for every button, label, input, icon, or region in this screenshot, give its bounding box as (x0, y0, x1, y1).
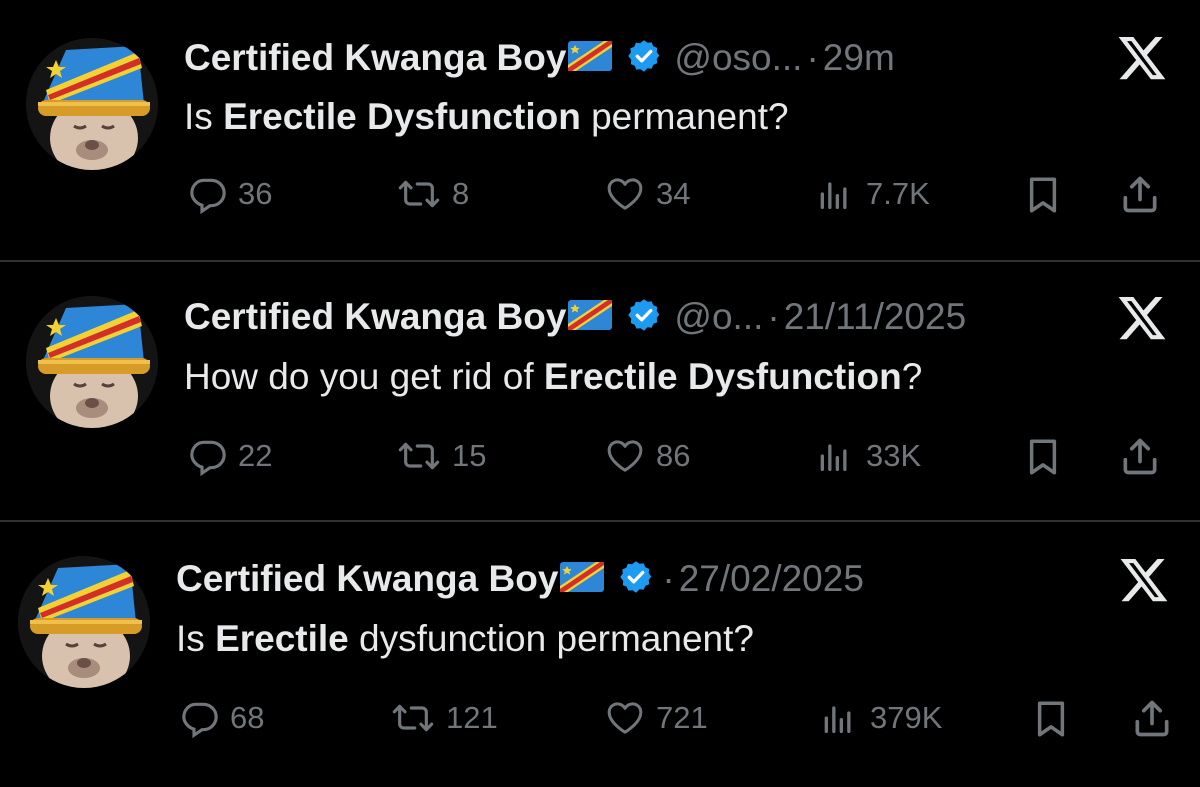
retweet-count: 121 (446, 700, 498, 735)
views-icon (812, 174, 856, 214)
reply-button[interactable]: 68 (180, 696, 264, 740)
tweet-header: Certified Kwanga Boy @o... · 21/11/2025 (184, 292, 966, 342)
like-button[interactable]: 721 (604, 696, 708, 740)
x-logo-icon (1116, 292, 1168, 344)
user-handle[interactable]: @o... (674, 296, 763, 338)
timestamp[interactable]: 27/02/2025 (679, 558, 864, 600)
display-name[interactable]: Certified Kwanga Boy (176, 558, 558, 600)
retweet-count: 8 (452, 176, 470, 211)
tweet-header: Certified Kwanga Boy @oso... · 29m (184, 33, 895, 83)
retweet-button[interactable]: 15 (396, 434, 486, 478)
bookmark-icon[interactable] (1030, 698, 1072, 745)
separator-dot: · (662, 558, 675, 599)
like-icon (604, 436, 646, 476)
retweet-icon (390, 698, 436, 738)
retweet-count: 15 (452, 438, 487, 473)
user-handle[interactable]: @oso... (674, 37, 802, 79)
tweet-card[interactable]: Certified Kwanga Boy @oso... · 29m Is Er… (0, 0, 1200, 260)
views-icon (812, 436, 856, 476)
views-button[interactable]: 33K (812, 434, 921, 478)
avatar[interactable] (26, 296, 158, 428)
reply-icon (180, 698, 220, 738)
views-count: 7.7K (866, 176, 930, 211)
separator-dot: · (767, 296, 780, 337)
tweet-header: Certified Kwanga Boy · 27/02/2025 (176, 554, 864, 604)
reply-icon (188, 436, 228, 476)
drc-flag-icon (560, 561, 605, 597)
bookmark-icon[interactable] (1022, 436, 1064, 483)
like-count: 34 (656, 176, 691, 211)
avatar[interactable] (18, 556, 150, 688)
drc-flag-icon (568, 299, 613, 335)
display-name[interactable]: Certified Kwanga Boy (184, 37, 566, 79)
retweet-button[interactable]: 8 (396, 172, 469, 216)
verified-badge-icon (626, 297, 662, 338)
views-button[interactable]: 7.7K (812, 172, 930, 216)
x-logo-icon (1118, 554, 1170, 606)
tweet-text: How do you get rid of Erectile Dysfuncti… (184, 356, 923, 397)
timestamp[interactable]: 29m (823, 37, 895, 79)
reply-icon (188, 174, 228, 214)
like-count: 86 (656, 438, 691, 473)
reply-count: 22 (238, 438, 273, 473)
tweet-card[interactable]: Certified Kwanga Boy · 27/02/2025 Is Ere… (0, 522, 1200, 787)
reply-count: 68 (230, 700, 265, 735)
share-icon[interactable] (1130, 696, 1174, 745)
tweet-text: Is Erectile dysfunction permanent? (176, 618, 754, 659)
views-button[interactable]: 379K (816, 696, 942, 740)
timestamp[interactable]: 21/11/2025 (784, 296, 966, 338)
reply-count: 36 (238, 176, 273, 211)
tweet-text: Is Erectile Dysfunction permanent? (184, 96, 789, 137)
views-count: 379K (870, 700, 943, 735)
retweet-button[interactable]: 121 (390, 696, 498, 740)
like-icon (604, 698, 646, 738)
tweet-card[interactable]: Certified Kwanga Boy @o... · 21/11/2025 … (0, 262, 1200, 520)
like-count: 721 (656, 700, 708, 735)
avatar[interactable] (26, 38, 158, 170)
separator-dot: · (806, 37, 819, 78)
reply-button[interactable]: 36 (188, 172, 272, 216)
x-logo-icon (1116, 32, 1168, 84)
retweet-icon (396, 174, 442, 214)
drc-flag-icon (568, 40, 613, 76)
bookmark-icon[interactable] (1022, 174, 1064, 221)
verified-badge-icon (618, 559, 654, 600)
views-icon (816, 698, 860, 738)
like-icon (604, 174, 646, 214)
display-name[interactable]: Certified Kwanga Boy (184, 296, 566, 338)
like-button[interactable]: 86 (604, 434, 690, 478)
share-icon[interactable] (1118, 434, 1162, 483)
reply-button[interactable]: 22 (188, 434, 272, 478)
like-button[interactable]: 34 (604, 172, 690, 216)
views-count: 33K (866, 438, 922, 473)
verified-badge-icon (626, 38, 662, 79)
retweet-icon (396, 436, 442, 476)
share-icon[interactable] (1118, 172, 1162, 221)
